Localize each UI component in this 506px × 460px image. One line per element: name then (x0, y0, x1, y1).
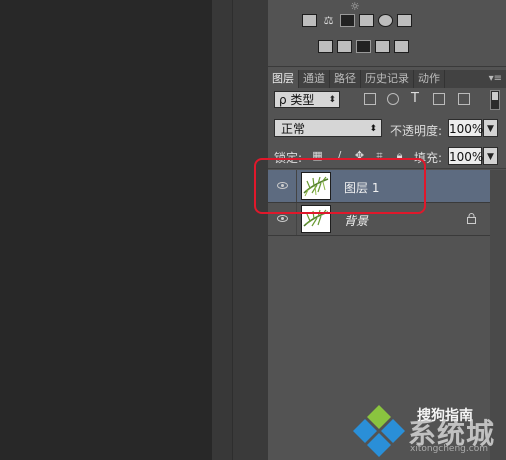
collapsed-panel-dock[interactable] (232, 0, 269, 460)
layers-panel: ☼ ⚖ 图层 通道 路径 历史记录 动作 ▾≡ ρ 类型 ⬍ T 正常 ⬍ 不透… (268, 0, 506, 460)
chevron-updown-icon: ⬍ (328, 95, 336, 105)
tab-actions[interactable]: 动作 (414, 70, 445, 88)
filter-kind-select[interactable]: ρ 类型 ⬍ (274, 91, 340, 108)
tab-paths[interactable]: 路径 (330, 70, 361, 88)
panel-menu-icon[interactable]: ▾≡ (489, 70, 502, 88)
document-canvas (0, 0, 212, 460)
smart-object-filter-icon[interactable] (458, 93, 470, 105)
type-filter-icon[interactable]: T (411, 91, 419, 106)
selective-color-icon[interactable] (375, 40, 390, 53)
opacity-dropdown-icon[interactable]: ▼ (483, 119, 498, 137)
channel-mixer-icon[interactable] (378, 14, 393, 27)
pixel-filter-icon[interactable] (364, 93, 376, 105)
blend-mode-select[interactable]: 正常 ⬍ (274, 119, 382, 137)
invert-icon[interactable] (318, 40, 333, 53)
tab-layers[interactable]: 图层 (268, 70, 299, 88)
blend-mode-value: 正常 (281, 122, 306, 136)
layer-name[interactable]: 背景 (344, 212, 368, 229)
xitongcheng-logo (353, 405, 405, 457)
eye-icon (277, 215, 288, 222)
opacity-field[interactable]: 100% (448, 119, 483, 137)
chevron-updown-icon: ⬍ (369, 124, 377, 134)
panel-tabs: 图层 通道 路径 历史记录 动作 ▾≡ (268, 70, 506, 88)
blend-row: 正常 ⬍ 不透明度: 100% ▼ (268, 116, 506, 140)
adjustment-filter-icon[interactable] (387, 93, 399, 105)
panel-divider[interactable] (212, 0, 232, 460)
fill-field[interactable]: 100% (448, 147, 483, 165)
tab-history[interactable]: 历史记录 (361, 70, 414, 88)
posterize-icon[interactable] (337, 40, 352, 53)
sun-icon: ☼ (350, 0, 360, 13)
threshold-icon[interactable] (356, 40, 371, 53)
adjustments-row-1: ⚖ (302, 14, 412, 27)
levels-icon[interactable] (302, 14, 317, 27)
filter-toggle[interactable] (490, 90, 500, 110)
layer-filter-row: ρ 类型 ⬍ T (268, 88, 506, 114)
gradient-map-icon[interactable] (394, 40, 409, 53)
fill-dropdown-icon[interactable]: ▼ (483, 147, 498, 165)
photo-filter-icon[interactable] (359, 14, 374, 27)
lock-icon (467, 213, 476, 227)
shape-filter-icon[interactable] (433, 93, 445, 105)
balance-icon[interactable]: ⚖ (321, 14, 336, 27)
annotation-highlight (254, 158, 426, 214)
black-white-icon[interactable] (340, 14, 355, 27)
color-lookup-icon[interactable] (397, 14, 412, 27)
adjustments-row-2 (318, 40, 409, 53)
url-watermark: xitongcheng.com (410, 444, 488, 454)
filter-kind-label: ρ 类型 (279, 93, 315, 107)
adjustments-panel: ☼ ⚖ (268, 0, 506, 67)
opacity-label: 不透明度: (390, 124, 443, 138)
tab-channels[interactable]: 通道 (299, 70, 330, 88)
